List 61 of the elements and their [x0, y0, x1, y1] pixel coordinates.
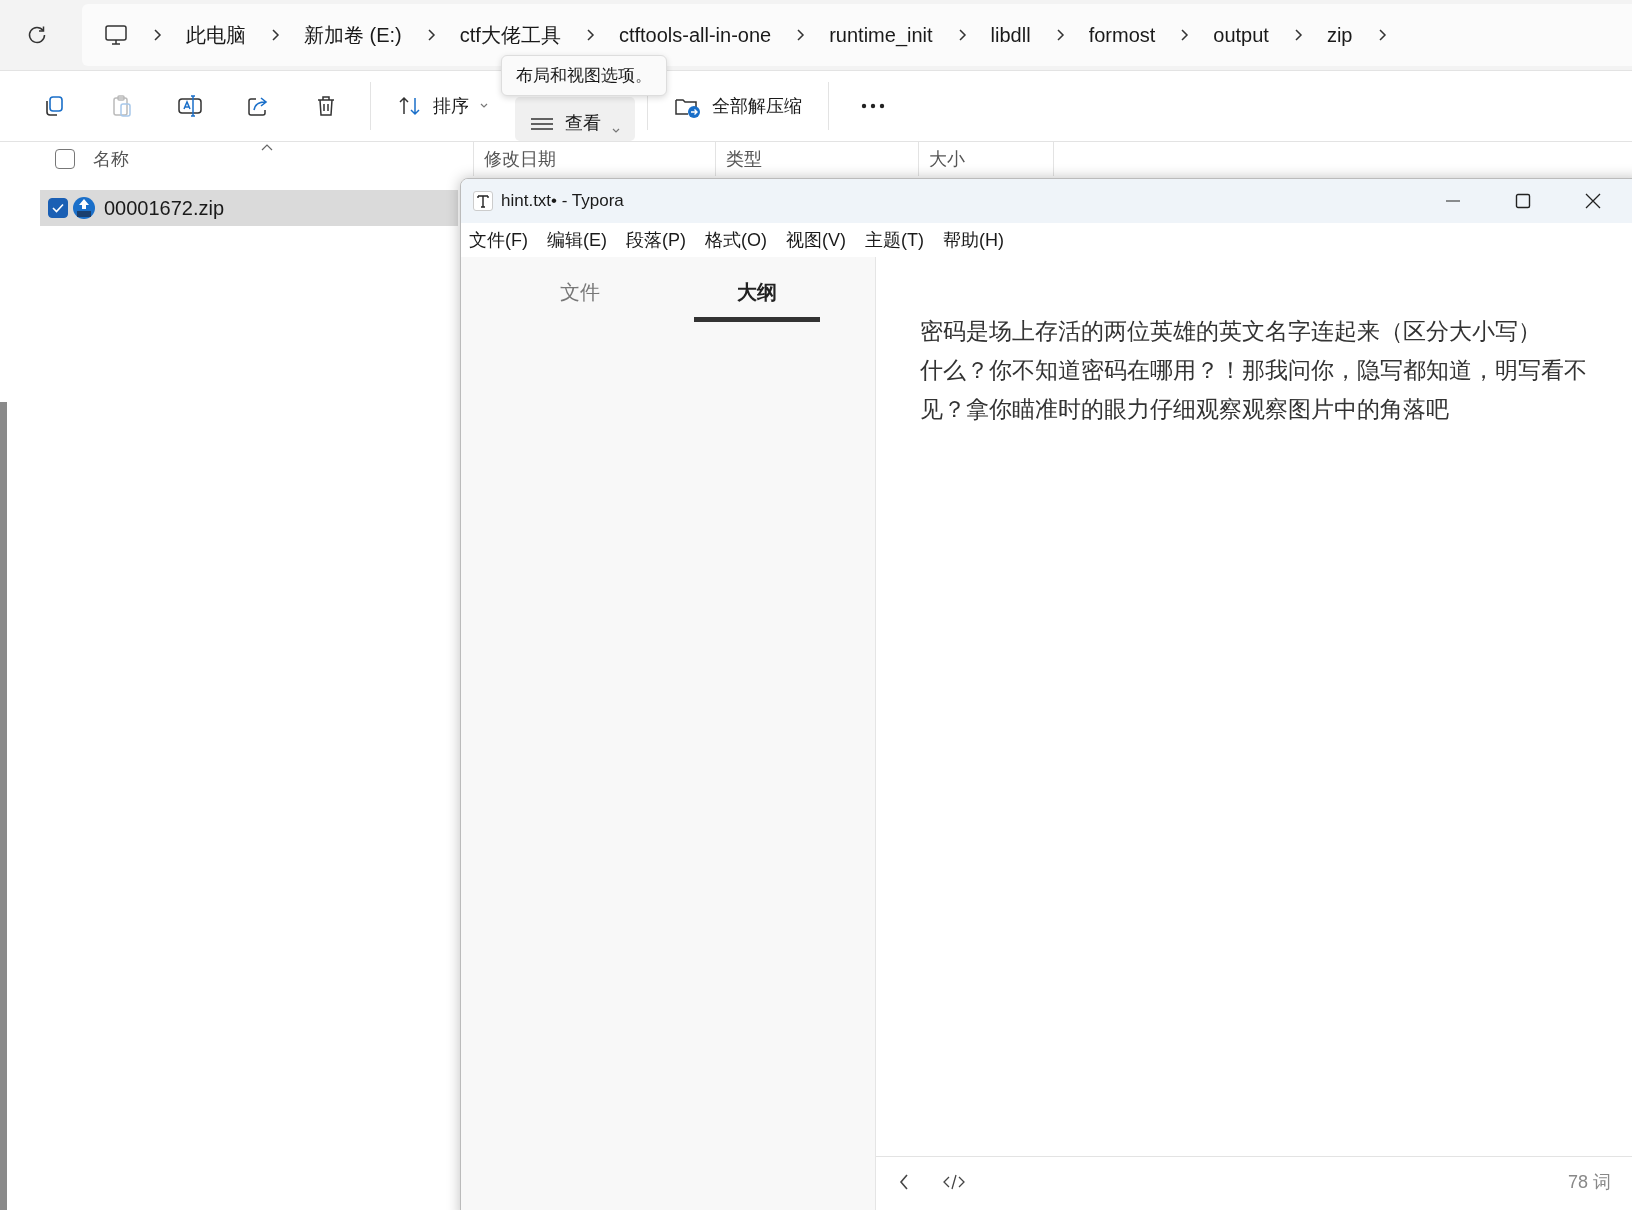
paste-icon	[110, 94, 134, 118]
breadcrumb-item[interactable]: libdll	[990, 23, 1031, 47]
breadcrumb-item[interactable]: 新加卷 (E:)	[304, 21, 402, 49]
close-icon[interactable]	[1585, 193, 1601, 209]
menu-item[interactable]: 视图(V)	[786, 228, 846, 252]
scrollbar[interactable]	[0, 402, 7, 1210]
breadcrumb-item[interactable]: runtime_init	[829, 23, 933, 47]
checkbox[interactable]	[48, 198, 68, 218]
window-title: hint.txt• - Typora	[501, 191, 624, 211]
sort-icon	[397, 94, 423, 118]
chevron-right-icon	[956, 28, 967, 42]
code-icon[interactable]	[942, 1173, 966, 1191]
view-button[interactable]: 查看	[515, 97, 635, 141]
menu-item[interactable]: 主题(T)	[865, 228, 924, 252]
breadcrumb-item[interactable]: output	[1213, 23, 1269, 47]
menu-item[interactable]: 格式(O)	[705, 228, 767, 252]
chevron-right-icon	[152, 28, 162, 42]
refresh-icon[interactable]	[26, 24, 48, 46]
sort-button[interactable]: 排序	[383, 82, 503, 130]
menu-item[interactable]: 编辑(E)	[547, 228, 607, 252]
breadcrumb-item[interactable]: ctftools-all-in-one	[618, 23, 772, 47]
file-row[interactable]: 00001672.zip	[40, 190, 458, 226]
word-count: 78 词	[1567, 1171, 1611, 1194]
chevron-right-icon	[1179, 28, 1190, 42]
breadcrumb-item[interactable]: zip	[1326, 23, 1353, 47]
app-icon	[473, 191, 493, 211]
monitor-icon[interactable]	[104, 24, 128, 46]
chevron-right-icon	[270, 28, 280, 42]
more-icon	[860, 103, 886, 109]
breadcrumb-item[interactable]: 此电脑	[186, 21, 246, 49]
maximize-icon[interactable]	[1515, 193, 1531, 209]
chevron-right-icon	[584, 28, 595, 42]
chevron-right-icon	[1054, 28, 1065, 42]
chevron-right-icon	[425, 28, 436, 42]
caret-icon	[479, 102, 489, 110]
file-name: 00001672.zip	[104, 196, 225, 220]
sort-up-icon	[261, 144, 273, 151]
share-icon	[246, 94, 270, 118]
chevron-right-icon	[1292, 28, 1303, 42]
check-icon	[52, 203, 64, 213]
sidebar-tab[interactable]: 大纲	[693, 267, 820, 322]
caret-icon	[611, 127, 621, 135]
zip-file-icon	[72, 196, 96, 220]
chevron-right-icon	[1376, 28, 1387, 42]
sidebar-tab[interactable]: 文件	[516, 267, 643, 322]
address-bar[interactable]: 此电脑 新加卷 (E:) ctf大佬工具 ctftools-all-in-one runtime_init libdll formost output zip	[82, 4, 1632, 66]
column-header[interactable]: 大小	[919, 142, 1054, 176]
menu-item[interactable]: 帮助(H)	[942, 228, 1004, 252]
rename-icon	[177, 94, 203, 118]
menu-item[interactable]: 文件(F)	[469, 228, 528, 252]
breadcrumb-item[interactable]: ctf大佬工具	[459, 21, 561, 49]
menu-item[interactable]: 段落(P)	[626, 228, 686, 252]
select-all-checkbox[interactable]	[55, 149, 75, 169]
column-header[interactable]: 修改日期	[473, 142, 716, 176]
chevron-left-icon[interactable]	[898, 1173, 910, 1191]
breadcrumb-item[interactable]: formost	[1088, 23, 1156, 47]
column-header[interactable]: 名称	[93, 142, 473, 176]
tooltip: 布局和视图选项。	[501, 55, 667, 96]
column-header[interactable]: 类型	[716, 142, 919, 176]
document-paragraph: 密码是场上存活的两位英雄的英文名字连起来（区分大小写） 什么？你不知道密码在哪用？！那我问你，隐写都知道，明写看不见？拿你瞄准时的眼力仔细观察观察图片中的角落吧	[920, 317, 1588, 424]
chevron-right-icon	[795, 28, 806, 42]
